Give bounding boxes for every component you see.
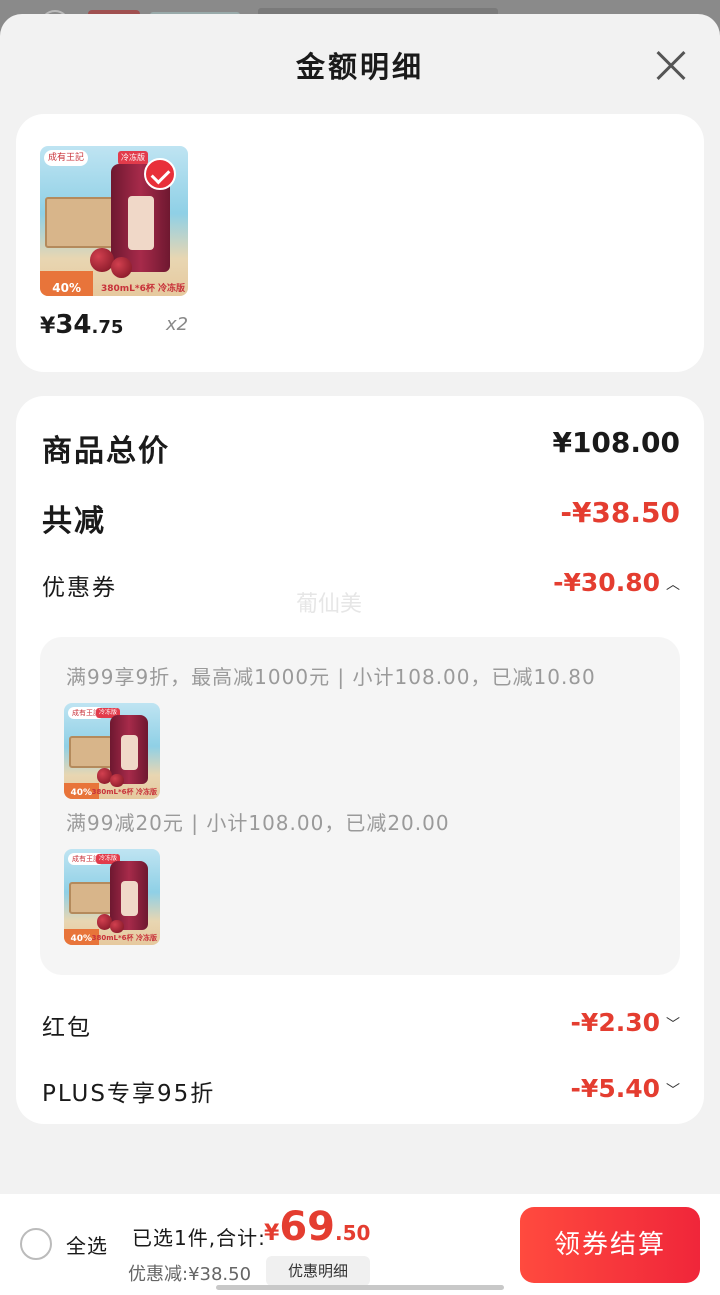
select-all-label[interactable]: 全选	[66, 1230, 108, 1259]
home-indicator	[216, 1285, 504, 1290]
watermark: 葡仙美	[296, 592, 363, 617]
product-percent: 40%	[40, 270, 94, 296]
total-symbol: ¥	[264, 1221, 280, 1246]
price-detail-card: 商品总价 ¥108.00 共减 -¥38.50 优惠券 -¥30.80 ︿ 满99…	[16, 396, 704, 1124]
discount-detail-button[interactable]: 优惠明细	[266, 1256, 370, 1286]
redpacket-value: -¥2.30	[570, 1008, 660, 1037]
product-spec: 380mL*6杯 冷冻版	[91, 934, 157, 942]
coupon-product-image-2: 成有王記 冷冻版 40% 380mL*6杯 冷冻版	[64, 849, 160, 945]
reduce-value: -¥38.50	[560, 496, 680, 529]
reduce-label: 共减	[42, 504, 106, 539]
plus-label: PLUS专享95折	[42, 1081, 216, 1107]
price-symbol: ¥	[40, 314, 56, 339]
total-label: 商品总价	[42, 434, 170, 469]
product-price: ¥34.75	[40, 310, 123, 340]
price-integer: 34	[55, 310, 92, 340]
product-tag: 冷冻版	[118, 151, 148, 165]
coupon-value: -¥30.80	[553, 568, 660, 597]
berry-graphic	[110, 920, 124, 934]
coupon-value-wrap: -¥30.80 ︿	[553, 568, 680, 597]
price-decimal: .75	[91, 317, 124, 338]
total-integer: 69	[279, 1204, 335, 1250]
chevron-up-icon[interactable]: ︿	[666, 574, 680, 594]
product-brand: 成有王記	[44, 150, 89, 166]
checkout-button[interactable]: 领券结算	[520, 1207, 700, 1283]
coupon-line-2: 满99减20元 | 小计108.00，已减20.00	[66, 811, 450, 835]
amount-detail-sheet: 金额明细 成有王記 冷冻版 40% 380mL*6杯 冷冻版 ¥34.75 x2…	[0, 14, 720, 1295]
total-row: 商品总价 ¥108.00	[42, 426, 680, 470]
sheet-title: 金额明细	[295, 50, 424, 84]
coupon-detail-box: 满99享9折，最高减1000元 | 小计108.00，已减10.80 成有王記 …	[40, 637, 680, 975]
berry-graphic	[110, 774, 124, 788]
coupon-label: 优惠券	[42, 575, 117, 601]
coupon-product-image-1: 成有王記 冷冻版 40% 380mL*6杯 冷冻版	[64, 703, 160, 799]
total-price: ¥69.50	[264, 1204, 370, 1250]
redpacket-value-wrap: -¥2.30 ﹀	[571, 1008, 680, 1037]
redpacket-row[interactable]: 红包 -¥2.30 ﹀	[42, 1008, 680, 1052]
product-spec: 380mL*6杯 冷冻版	[100, 284, 185, 294]
coupon-line-1: 满99享9折，最高减1000元 | 小计108.00，已减10.80	[66, 665, 596, 689]
check-icon	[144, 158, 176, 190]
select-all-radio[interactable]	[20, 1228, 52, 1260]
selection-summary: 已选1件,合计:	[132, 1226, 266, 1250]
chevron-down-icon[interactable]: ﹀	[666, 1080, 680, 1100]
bottom-checkout-bar: 全选 已选1件,合计: ¥69.50 优惠减:¥38.50 优惠明细 领券结算	[0, 1194, 720, 1295]
discount-text: 优惠减:¥38.50	[128, 1264, 252, 1285]
product-card: 成有王記 冷冻版 40% 380mL*6杯 冷冻版 ¥34.75 x2	[16, 114, 704, 372]
plus-value: -¥5.40	[570, 1074, 660, 1103]
reduce-row: 共减 -¥38.50	[42, 496, 680, 540]
close-icon[interactable]	[650, 46, 690, 86]
product-spec: 380mL*6杯 冷冻版	[91, 788, 157, 796]
plus-row[interactable]: PLUS专享95折 -¥5.40 ﹀	[42, 1074, 680, 1118]
berry-graphic	[111, 257, 132, 278]
chevron-down-icon[interactable]: ﹀	[666, 1014, 680, 1034]
total-decimal: .50	[334, 1221, 371, 1245]
plus-value-wrap: -¥5.40 ﹀	[571, 1074, 680, 1103]
redpacket-label: 红包	[42, 1015, 92, 1041]
product-quantity: x2	[166, 314, 189, 335]
total-value: ¥108.00	[552, 426, 680, 459]
